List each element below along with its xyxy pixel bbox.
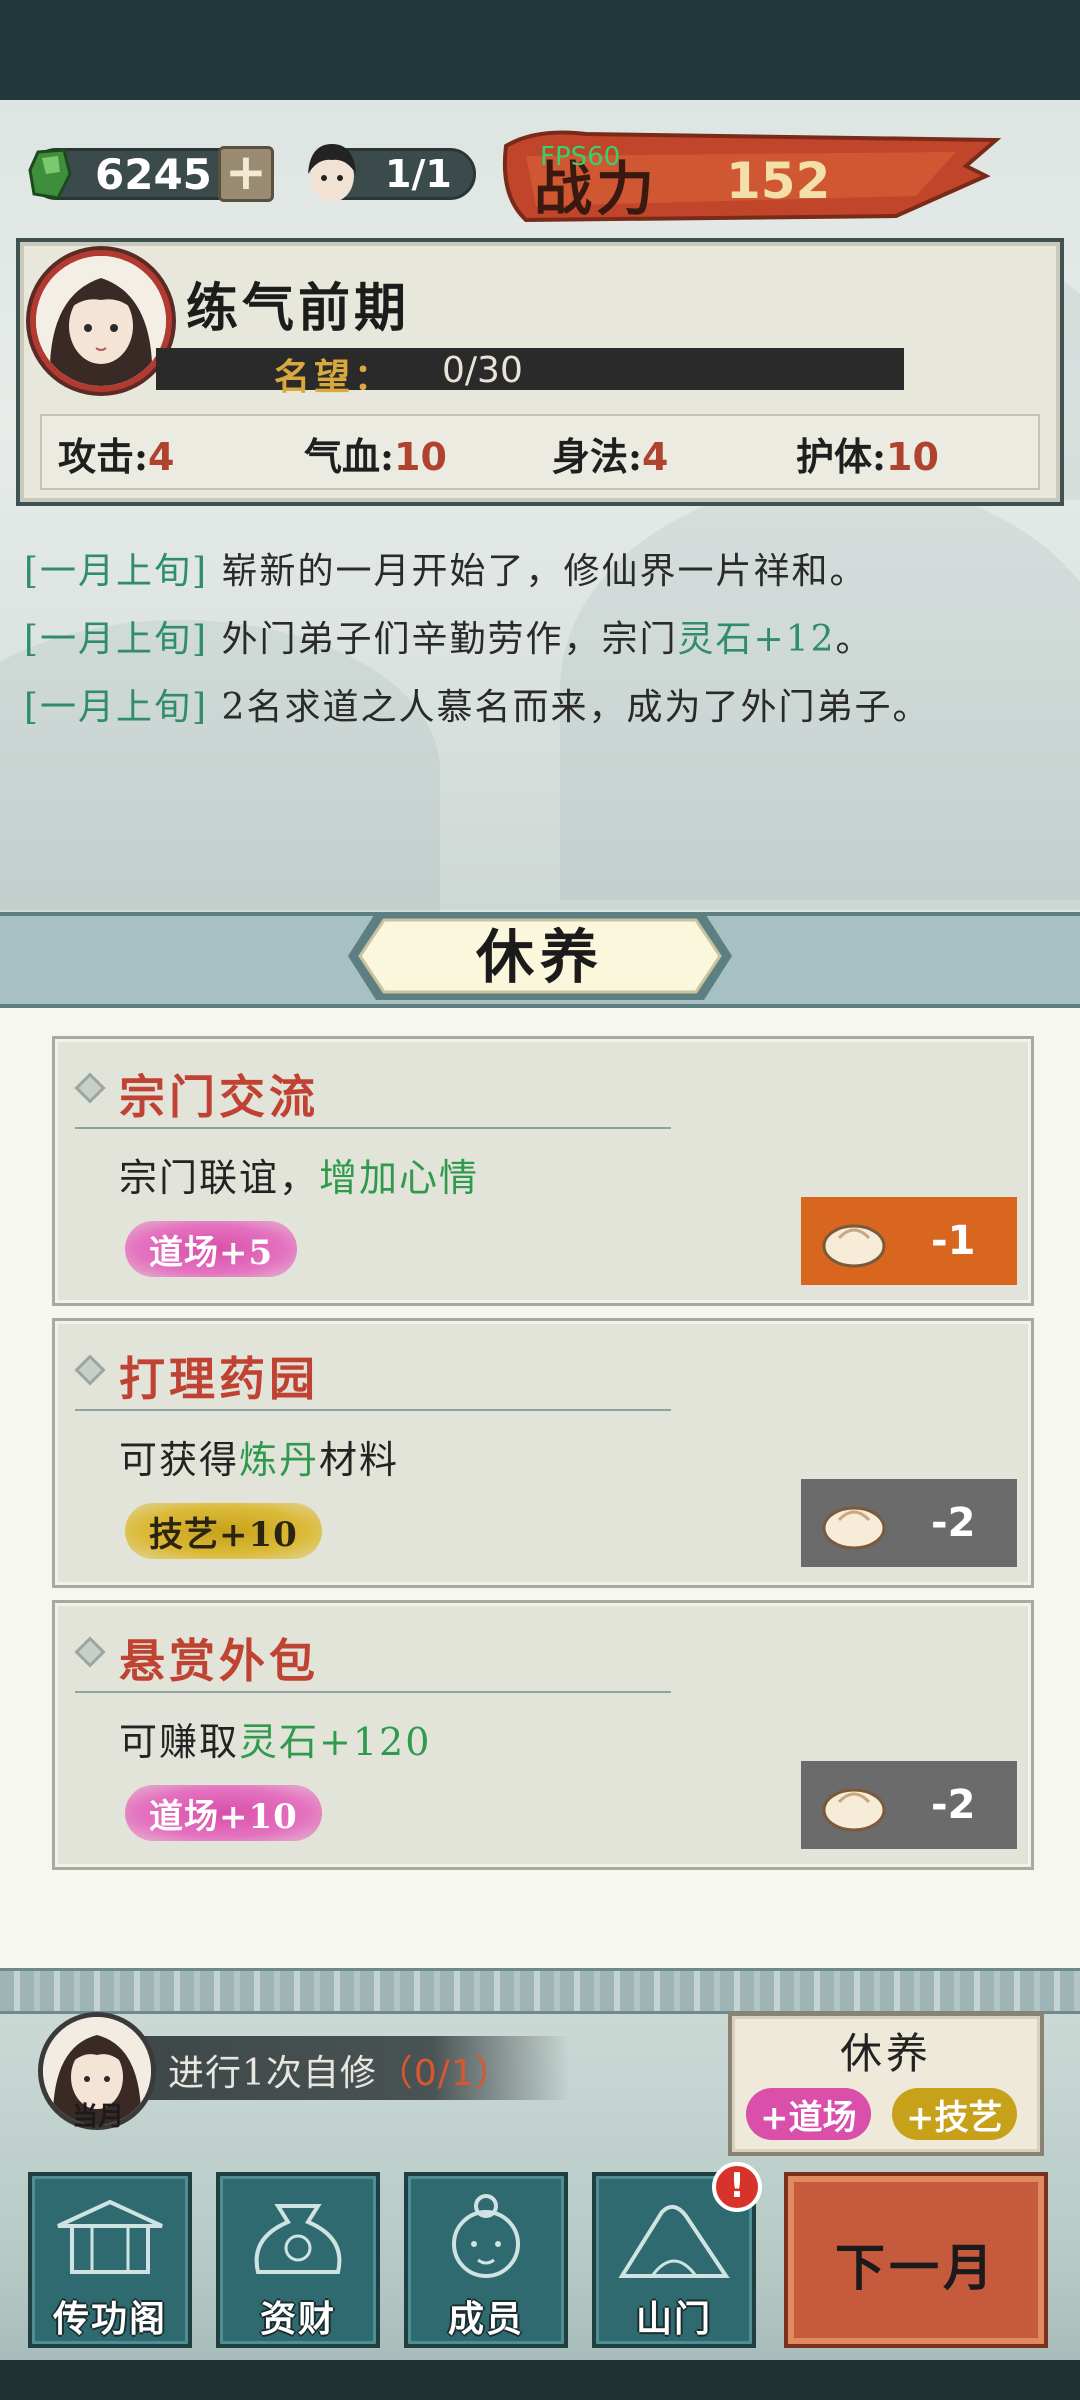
steamed-bun-icon [822, 1224, 886, 1268]
prestige-label: 名望： [274, 356, 395, 398]
combat-power-value: 152 [726, 152, 831, 210]
log-entry: [一月上旬] 外门弟子们辛勤劳作，宗门灵石+12。 [24, 619, 874, 660]
fps-counter: FPS60 [540, 142, 621, 172]
nav-label: 成员 [447, 2298, 524, 2340]
realm-title: 练气前期 [186, 278, 411, 339]
activity-cost-button[interactable]: -1 [801, 1197, 1017, 1285]
stat-attack: 攻击:4 [58, 434, 175, 479]
self-cultivation-text: 进行1次自修（0/1） [168, 2053, 512, 2094]
diamond-icon [74, 1072, 106, 1104]
next-month-label: 下一月 [835, 2238, 997, 2297]
reward-tag: 道场+5 [125, 1221, 298, 1277]
spirit-stone-icon [28, 148, 72, 200]
cost-value: -1 [931, 1218, 976, 1264]
disciple-count: 1/1 [385, 152, 452, 196]
section-title: 休养 [475, 923, 604, 991]
diamond-icon [74, 1354, 106, 1386]
nav-label: 山门 [635, 2298, 712, 2340]
activity-card: 打理药园 可获得炼丹材料 技艺+10 -2 [52, 1318, 1034, 1588]
add-spirit-stone-button[interactable]: + [218, 146, 274, 202]
member-name: 当月 [72, 2102, 125, 2132]
divider [75, 1409, 671, 1411]
reward-tag: 道场+10 [125, 1785, 322, 1841]
money-bag-icon [254, 2204, 342, 2274]
sect-leader-avatar[interactable] [30, 250, 172, 392]
reward-tag: 技艺+10 [125, 1503, 322, 1559]
prestige-value: 0/30 [442, 350, 523, 391]
member-face-icon [452, 2194, 520, 2278]
rest-tag-dojo: +道场 [746, 2088, 871, 2140]
alert-badge: ! [712, 2162, 762, 2212]
pattern-border [0, 1968, 1080, 2014]
prestige-progress-bar [156, 348, 904, 390]
pavilion-icon [57, 2199, 163, 2274]
steamed-bun-icon [822, 1788, 886, 1832]
activity-description: 可获得炼丹材料 [119, 1438, 400, 1482]
nav-label: 资财 [259, 2298, 336, 2340]
stat-defense: 护体:10 [796, 434, 939, 479]
cost-value: -2 [931, 1500, 976, 1546]
steamed-bun-icon [822, 1506, 886, 1550]
activity-title: 宗门交流 [119, 1070, 319, 1124]
spirit-stone-value: 6245 [95, 149, 212, 199]
activity-cost-button[interactable]: -2 [801, 1761, 1017, 1849]
activity-description: 可赚取灵石+120 [119, 1720, 432, 1764]
activity-title: 悬赏外包 [119, 1634, 319, 1688]
divider [75, 1127, 671, 1129]
log-entry: [一月上旬] 崭新的一月开始了，修仙界一片祥和。 [24, 551, 868, 592]
stat-agility: 身法:4 [552, 434, 669, 479]
rest-tag-skill: +技艺 [892, 2088, 1017, 2140]
cost-value: -2 [931, 1782, 976, 1828]
activity-title: 打理药园 [119, 1352, 319, 1406]
diamond-icon [74, 1636, 106, 1668]
activity-cost-button[interactable]: -2 [801, 1479, 1017, 1567]
divider [75, 1691, 671, 1693]
activity-card: 悬赏外包 可赚取灵石+120 道场+10 -2 [52, 1600, 1034, 1870]
activity-description: 宗门联谊，增加心情 [119, 1156, 480, 1200]
bottom-edge [0, 2360, 1080, 2400]
rest-summary-title: 休养 [839, 2029, 932, 2078]
disciple-avatar-icon [308, 144, 356, 202]
stat-vitality: 气血:10 [304, 434, 447, 479]
status-bar-area [0, 0, 1080, 100]
nav-label: 传功阁 [52, 2298, 167, 2340]
log-entry: [一月上旬] 2名求道之人慕名而来，成为了外门弟子。 [24, 687, 931, 728]
activity-card: 宗门交流 宗门联谊，增加心情 道场+5 -1 [52, 1036, 1034, 1306]
